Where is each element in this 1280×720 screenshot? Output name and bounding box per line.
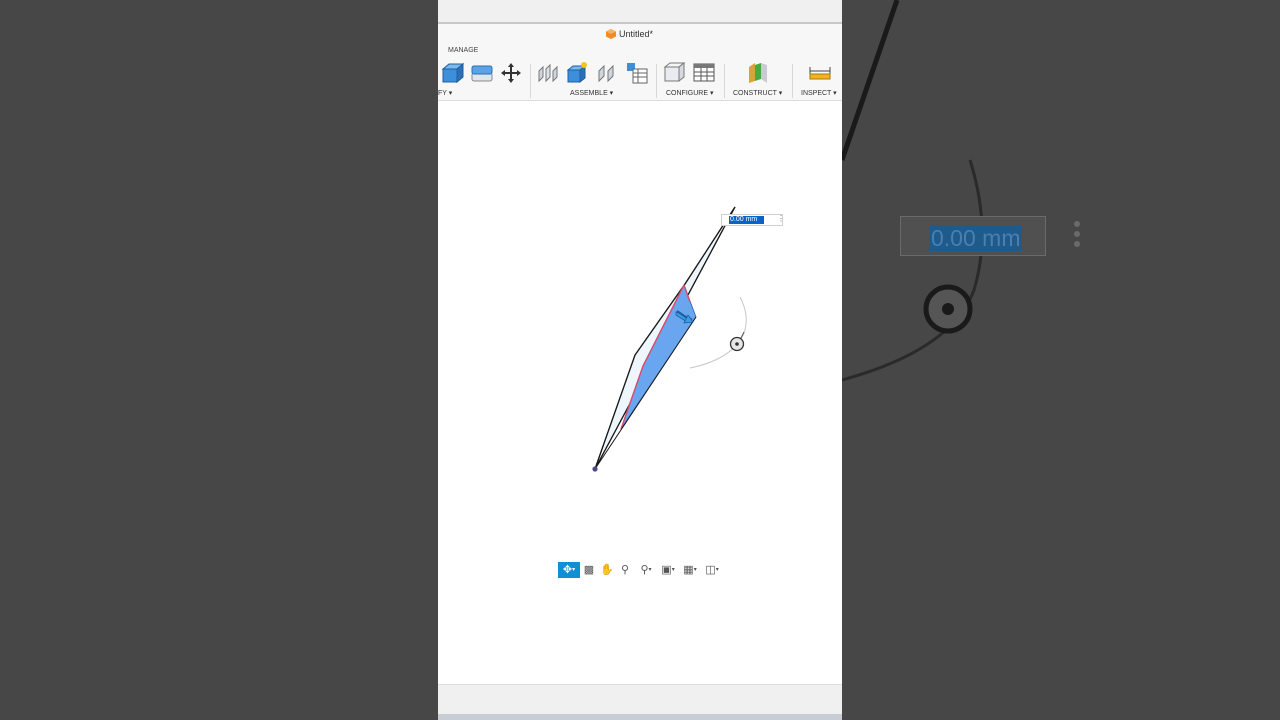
bottom-strip: [438, 714, 842, 720]
selected-face[interactable]: [620, 284, 697, 430]
press-pull-icon[interactable]: [440, 61, 464, 85]
group-configure-label[interactable]: CONFIGURE ▾: [666, 89, 713, 97]
zoom-window-icon[interactable]: ⚲▾: [636, 562, 656, 578]
separator: [792, 64, 793, 98]
viewports-icon[interactable]: ◫▾: [702, 562, 722, 578]
zoom-icon[interactable]: ⚲: [616, 562, 634, 578]
configure-icon[interactable]: [662, 61, 686, 85]
display-icon[interactable]: ▣▾: [658, 562, 678, 578]
orbit-icon[interactable]: ✥▾: [558, 562, 580, 578]
look-at-icon[interactable]: ▩: [580, 562, 598, 578]
document-icon: [606, 29, 616, 39]
move-icon[interactable]: [499, 61, 523, 85]
separator: [530, 64, 531, 98]
separator: [656, 64, 657, 98]
angle-manipulator-icon[interactable]: [729, 336, 745, 352]
app-window: Untitled* MANAGE FY ▾ ASSEMBLE ▾ CONFIGU…: [438, 0, 842, 720]
new-component-icon[interactable]: [565, 61, 589, 85]
group-modify-label[interactable]: FY ▾: [438, 89, 452, 97]
group-inspect-label[interactable]: INSPECT ▾: [801, 89, 837, 97]
group-assemble-label[interactable]: ASSEMBLE ▾: [570, 89, 613, 97]
background-dimension-box: 0.00 mm: [900, 216, 1046, 256]
background-blur-left: [0, 0, 438, 720]
dimension-input[interactable]: [729, 216, 764, 224]
status-bar: [438, 684, 842, 715]
separator: [724, 64, 725, 98]
ribbon-toolbar: MANAGE FY ▾ ASSEMBLE ▾ CONFIGURE ▾ CONST…: [438, 44, 842, 101]
dimension-input-box[interactable]: [721, 214, 783, 226]
background-dimension-value: 0.00 mm: [929, 225, 1023, 251]
document-title-text: Untitled*: [619, 29, 654, 39]
canvas-viewport[interactable]: [438, 101, 842, 684]
tab-manage[interactable]: MANAGE: [448, 47, 478, 54]
angle-arc: [689, 296, 747, 369]
background-kebab-icon: [1074, 221, 1080, 251]
bom-icon[interactable]: [625, 61, 649, 85]
as-built-joint-icon[interactable]: [595, 61, 619, 85]
measure-icon[interactable]: [808, 61, 832, 85]
title-bar: Untitled*: [438, 24, 842, 44]
grid-icon[interactable]: ▦▾: [680, 562, 700, 578]
top-strip: [438, 0, 842, 24]
plane-icon[interactable]: [746, 61, 770, 85]
group-construct-label[interactable]: CONSTRUCT ▾: [733, 89, 782, 97]
document-title: Untitled*: [606, 29, 654, 39]
fillet-icon[interactable]: [470, 61, 494, 85]
background-blur-right: 0.00 mm: [842, 0, 1280, 720]
joint-icon[interactable]: [536, 61, 560, 85]
pan-icon[interactable]: ✋: [598, 562, 616, 578]
dimension-options-icon[interactable]: ⋮: [777, 215, 785, 223]
table-icon[interactable]: [692, 61, 716, 85]
sketch-geometry[interactable]: [438, 101, 842, 684]
background-zoom-sketch: [842, 0, 984, 382]
sketch-point[interactable]: [592, 466, 598, 472]
